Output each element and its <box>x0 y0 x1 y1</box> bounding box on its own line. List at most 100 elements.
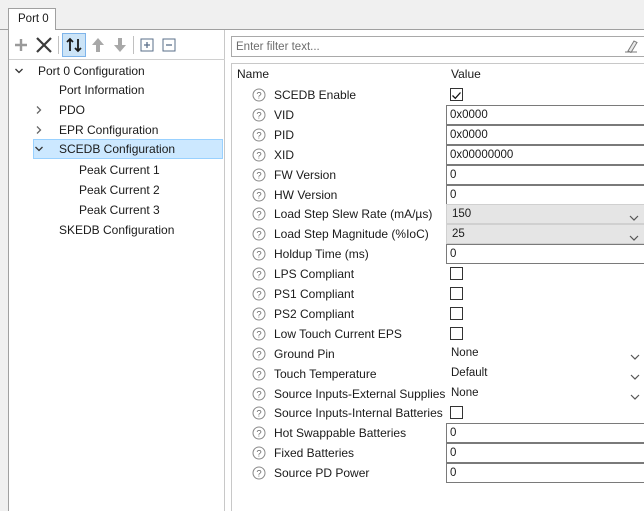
tree-item-pdo[interactable]: PDO <box>9 100 224 120</box>
property-name: ? Low Touch Current EPS <box>232 324 446 344</box>
move-up-icon[interactable] <box>88 33 108 57</box>
help-icon[interactable]: ? <box>252 247 266 261</box>
property-value-field[interactable]: 0x0000 <box>446 104 644 125</box>
property-value: 25 <box>452 228 465 241</box>
property-row[interactable]: ? Touch Temperature Default <box>232 364 644 384</box>
help-icon[interactable]: ? <box>252 387 266 401</box>
property-name: ? Fixed Batteries <box>232 443 446 463</box>
property-label: Holdup Time (ms) <box>274 247 369 262</box>
property-value-dropdown[interactable]: 150 <box>446 204 644 225</box>
expand-all-icon[interactable] <box>137 33 157 57</box>
property-row[interactable]: ? PID 0x0000 <box>232 124 644 145</box>
svg-text:?: ? <box>256 289 261 300</box>
property-row[interactable]: ? Source Inputs-Internal Batteries <box>232 403 644 423</box>
property-value: 0 <box>450 168 457 181</box>
filter-input[interactable] <box>232 37 612 56</box>
property-value-field[interactable]: 0 <box>446 423 644 444</box>
property-row[interactable]: ? Ground Pin None <box>232 344 644 364</box>
property-value: None <box>451 346 479 359</box>
checkbox-unchecked[interactable] <box>450 267 463 281</box>
property-value-field[interactable]: 0 <box>446 164 644 185</box>
property-row[interactable]: ? Load Step Magnitude (%IoC) 25 <box>232 224 644 245</box>
property-row[interactable]: ? SCEDB Enable <box>232 85 644 105</box>
help-icon[interactable]: ? <box>252 227 266 241</box>
tree-item-epr-configuration[interactable]: EPR Configuration <box>9 120 224 140</box>
chevron-right-icon[interactable] <box>33 100 45 120</box>
help-icon[interactable]: ? <box>252 446 266 460</box>
help-icon[interactable]: ? <box>252 207 266 221</box>
help-icon[interactable]: ? <box>252 88 266 102</box>
collapse-all-icon[interactable] <box>159 33 179 57</box>
property-value-field[interactable]: 0x00000000 <box>446 144 644 165</box>
help-icon[interactable]: ? <box>252 188 266 202</box>
tree-item-skedb-configuration[interactable]: SKEDB Configuration <box>9 220 224 240</box>
checkbox-checked[interactable] <box>450 88 463 101</box>
svg-text:?: ? <box>256 210 261 221</box>
help-icon[interactable]: ? <box>252 406 266 420</box>
chevron-down-icon[interactable] <box>13 61 25 81</box>
property-value-dropdown[interactable]: None <box>446 344 644 364</box>
chevron-down-icon[interactable] <box>33 139 45 159</box>
property-row[interactable]: ? Low Touch Current EPS <box>232 324 644 344</box>
tree-item-peak-current-2[interactable]: Peak Current 2 <box>9 180 224 200</box>
property-value: 150 <box>452 208 472 221</box>
chevron-right-icon[interactable] <box>33 120 45 140</box>
property-checkbox <box>446 304 644 324</box>
tree-item-scedb-configuration[interactable]: SCEDB Configuration <box>33 139 223 159</box>
property-row[interactable]: ? FW Version 0 <box>232 164 644 185</box>
help-icon[interactable]: ? <box>252 307 266 321</box>
help-icon[interactable]: ? <box>252 148 266 162</box>
property-value-field[interactable]: 0 <box>446 443 644 464</box>
property-label: FW Version <box>274 167 337 182</box>
property-name: ? PS1 Compliant <box>232 284 446 304</box>
property-value-field[interactable]: 0 <box>446 184 644 205</box>
property-label: LPS Compliant <box>274 267 355 282</box>
property-row[interactable]: ? PS2 Compliant <box>232 304 644 324</box>
help-icon[interactable]: ? <box>252 347 266 361</box>
property-row[interactable]: ? LPS Compliant <box>232 264 644 284</box>
tree-item-port-0-configuration[interactable]: Port 0 Configuration <box>9 61 224 81</box>
property-row[interactable]: ? Fixed Batteries 0 <box>232 443 644 464</box>
checkbox-unchecked[interactable] <box>450 306 463 320</box>
help-icon[interactable]: ? <box>252 128 266 142</box>
clear-filter-icon[interactable] <box>624 39 638 54</box>
help-icon[interactable]: ? <box>252 168 266 182</box>
checkbox-unchecked[interactable] <box>450 326 463 340</box>
property-label: Source PD Power <box>274 466 370 481</box>
help-icon[interactable]: ? <box>252 466 266 480</box>
property-checkbox <box>446 264 644 284</box>
property-row[interactable]: ? VID 0x0000 <box>232 104 644 125</box>
property-value-dropdown[interactable]: 25 <box>446 224 644 245</box>
help-icon[interactable]: ? <box>252 327 266 341</box>
help-icon[interactable]: ? <box>252 267 266 281</box>
tab-port-0[interactable]: Port 0 <box>8 8 56 31</box>
checkbox-unchecked[interactable] <box>450 287 463 300</box>
property-value-dropdown[interactable]: Default <box>446 364 644 384</box>
property-value-dropdown[interactable]: None <box>446 384 644 404</box>
property-row[interactable]: ? XID 0x00000000 <box>232 144 644 165</box>
property-row[interactable]: ? Hot Swappable Batteries 0 <box>232 423 644 444</box>
tree-item-peak-current-1[interactable]: Peak Current 1 <box>9 160 224 180</box>
help-icon[interactable]: ? <box>252 426 266 440</box>
property-row[interactable]: ? Source PD Power 0 <box>232 463 644 484</box>
property-row[interactable]: ? Source Inputs-External Supplies None <box>232 384 644 404</box>
help-icon[interactable]: ? <box>252 108 266 122</box>
property-value-field[interactable]: 0 <box>446 244 644 265</box>
tree-item-port-information[interactable]: Port Information <box>9 80 224 100</box>
property-row[interactable]: ? PS1 Compliant <box>232 284 644 304</box>
sort-icon[interactable] <box>62 33 86 57</box>
help-icon[interactable]: ? <box>252 287 266 301</box>
delete-icon[interactable] <box>33 33 55 57</box>
property-label: Touch Temperature <box>274 366 377 381</box>
property-value-field[interactable]: 0x0000 <box>446 124 644 145</box>
help-icon[interactable]: ? <box>252 367 266 381</box>
add-icon[interactable] <box>11 33 31 57</box>
property-row[interactable]: ? HW Version 0 <box>232 184 644 205</box>
property-value-field[interactable]: 0 <box>446 463 644 484</box>
property-row[interactable]: ? Load Step Slew Rate (mA/µs) 150 <box>232 204 644 225</box>
tree-item-peak-current-3[interactable]: Peak Current 3 <box>9 200 224 220</box>
checkbox-unchecked[interactable] <box>450 406 463 420</box>
move-down-icon[interactable] <box>110 33 130 57</box>
property-row[interactable]: ? Holdup Time (ms) 0 <box>232 244 644 265</box>
property-label: Source Inputs-External Supplies <box>274 386 446 401</box>
